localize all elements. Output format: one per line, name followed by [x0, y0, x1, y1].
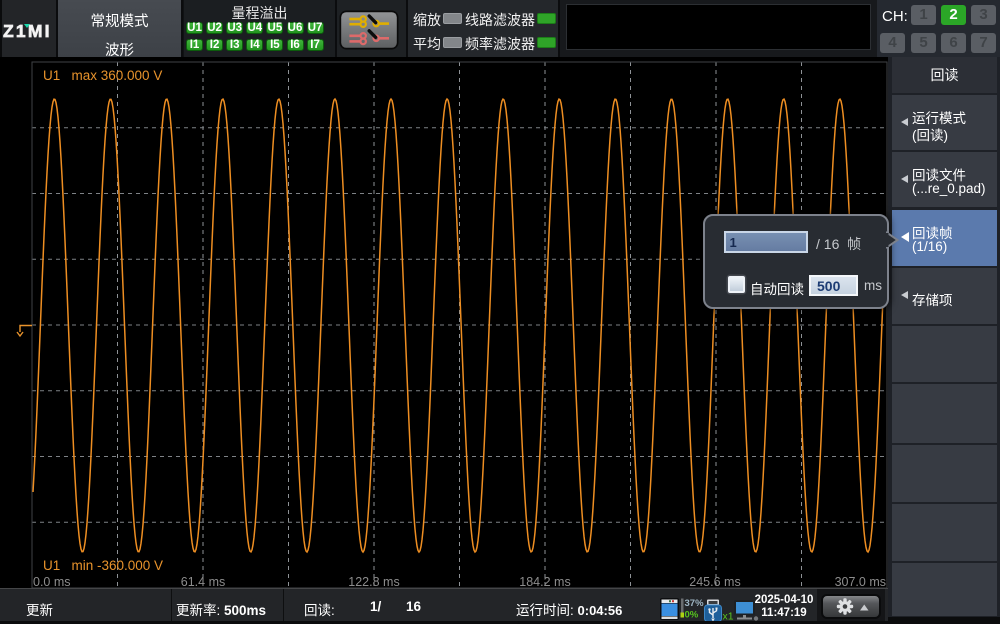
svg-text:37%: 37%: [685, 598, 705, 609]
svg-text:307.0 ms: 307.0 ms: [835, 575, 886, 588]
svg-text:U1 min -360.000 V: U1 min -360.000 V: [43, 558, 163, 573]
svg-text:U1 max 360.000 V: U1 max 360.000 V: [43, 68, 162, 83]
svg-text:184.2 ms: 184.2 ms: [519, 575, 570, 588]
svg-text:61.4 ms: 61.4 ms: [181, 575, 225, 588]
svg-text:122.8 ms: 122.8 ms: [348, 575, 399, 588]
svg-text:0%: 0%: [685, 610, 699, 621]
svg-text:245.6 ms: 245.6 ms: [689, 575, 740, 588]
svg-text:0.0 ms: 0.0 ms: [33, 575, 71, 588]
